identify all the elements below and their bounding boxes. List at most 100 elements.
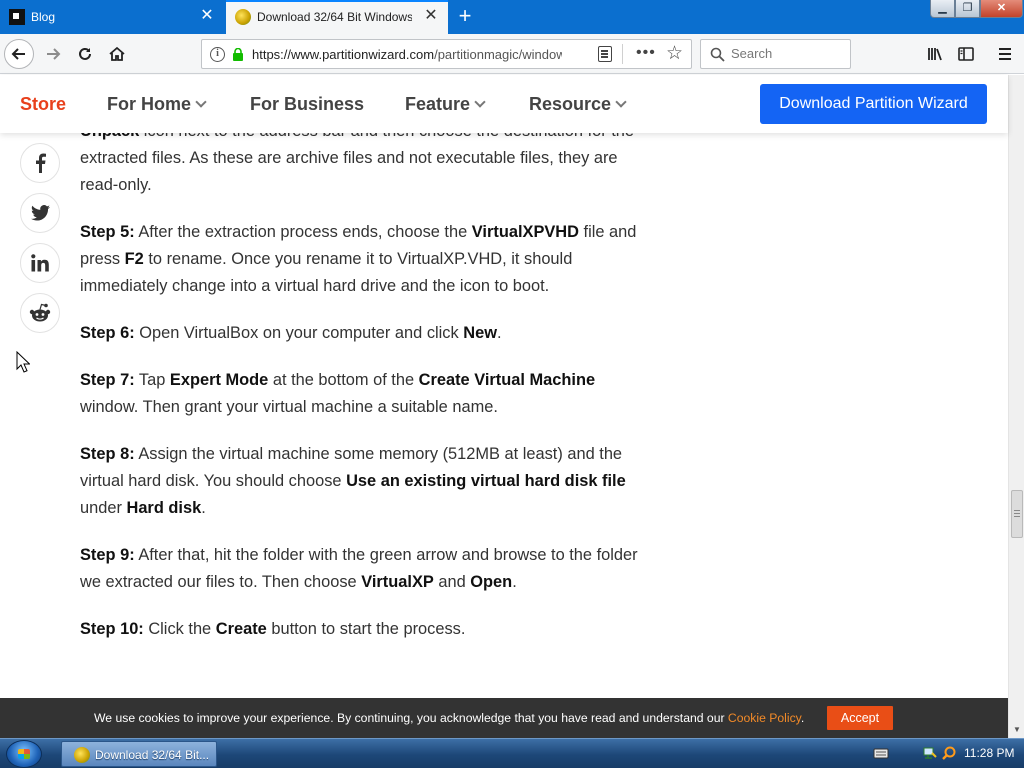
bold-text: Expert Mode — [169, 371, 269, 389]
text: . — [512, 573, 517, 591]
minimize-window-button[interactable]: ▁ — [930, 0, 955, 18]
linkedin-icon — [31, 254, 49, 272]
new-tab-button[interactable]: + — [452, 4, 478, 30]
library-icon — [928, 48, 942, 61]
cookie-message: We use cookies to improve your experienc… — [94, 711, 804, 725]
share-twitter-button[interactable] — [20, 193, 60, 233]
nav-store[interactable]: Store — [20, 94, 66, 115]
site-info-icon[interactable]: i — [210, 47, 225, 62]
text: Tap — [138, 371, 166, 389]
download-partition-wizard-button[interactable]: Download Partition Wizard — [760, 84, 987, 124]
sidebar-icon — [958, 47, 974, 61]
menu-button[interactable] — [990, 39, 1020, 69]
step-9: Step 9: After that, hit the folder with … — [80, 542, 640, 596]
step-8: Step 8: Assign the virtual machine some … — [80, 441, 640, 522]
step-6: Step 6: Open VirtualBox on your computer… — [80, 320, 640, 347]
text: at the bottom of the — [272, 371, 415, 389]
step-label: Step 7: — [80, 371, 135, 389]
restore-window-button[interactable]: ❐ — [955, 0, 980, 18]
step-label: Step 10: — [80, 620, 144, 638]
taskbar-window-title: Download 32/64 Bit... — [95, 748, 210, 762]
scroll-down-arrow-icon[interactable]: ▼ — [1013, 725, 1021, 734]
nav-for-business[interactable]: For Business — [250, 94, 364, 115]
reload-icon — [79, 47, 91, 60]
bold-text: Hard disk — [126, 499, 202, 517]
lock-icon — [233, 48, 243, 61]
taskbar-window-button[interactable]: Download 32/64 Bit... — [61, 741, 217, 767]
back-arrow-icon — [11, 48, 25, 60]
text: and — [438, 573, 466, 591]
tab-blog[interactable]: Blog ✕ — [0, 0, 224, 34]
text: Open VirtualBox on your computer and cli… — [139, 324, 459, 342]
nav-for-home[interactable]: For Home — [107, 94, 207, 115]
search-bar[interactable] — [700, 39, 851, 69]
step-label: Step 8: — [80, 445, 135, 463]
bold-text: VirtualXP — [361, 573, 434, 591]
step-5: Step 5: After the extraction process end… — [80, 219, 640, 300]
tab-title: Blog — [31, 10, 56, 24]
text: to rename. Once you rename it to Virtual… — [80, 250, 573, 295]
nav-feature[interactable]: Feature — [405, 94, 486, 115]
site-navbar: Store For Home For Business Feature Reso… — [0, 75, 1008, 133]
address-bar[interactable]: i https://www.partitionwizard.com/partit… — [201, 39, 692, 69]
close-tab-icon[interactable]: ✕ — [199, 8, 215, 24]
forward-button[interactable] — [38, 39, 68, 69]
article-body: Unpack icon next to the address bar and … — [80, 118, 640, 663]
start-button[interactable] — [6, 740, 42, 768]
close-window-button[interactable]: ✕ — [980, 0, 1023, 18]
close-tab-icon[interactable]: ✕ — [423, 8, 439, 24]
reload-button[interactable] — [70, 39, 100, 69]
network-icon[interactable] — [922, 745, 938, 761]
bold-text: Create — [215, 620, 267, 638]
reader-view-icon[interactable] — [598, 46, 612, 62]
bold-text: F2 — [124, 250, 144, 268]
facebook-icon — [36, 153, 46, 173]
nav-label: For Home — [107, 94, 192, 114]
sidebar-button[interactable] — [951, 39, 981, 69]
tab-download-windows-xp[interactable]: Download 32/64 Bit Windows XP ✕ — [226, 0, 448, 34]
cookie-suffix: . — [800, 711, 805, 725]
nav-resource[interactable]: Resource — [529, 94, 627, 115]
step-10: Step 10: Click the Create button to star… — [80, 616, 640, 643]
page-scrollbar[interactable]: ▼ — [1008, 75, 1024, 739]
share-linkedin-button[interactable] — [20, 243, 60, 283]
share-reddit-button[interactable] — [20, 293, 60, 333]
chevron-down-icon — [195, 96, 207, 108]
cookie-policy-link[interactable]: Cookie Policy — [728, 711, 801, 725]
bold-text: Create Virtual Machine — [418, 371, 596, 389]
text: under — [80, 499, 122, 517]
system-clock[interactable]: 11:28 PM — [964, 746, 1014, 760]
text: Click the — [148, 620, 212, 638]
step-label: Step 9: — [80, 546, 135, 564]
page-actions-icon[interactable]: ••• — [636, 44, 656, 62]
text: button to start the process. — [271, 620, 466, 638]
blog-favicon-icon — [9, 9, 25, 25]
mouse-cursor-icon — [16, 351, 30, 373]
accept-cookies-button[interactable]: Accept — [827, 706, 893, 730]
share-facebook-button[interactable] — [20, 143, 60, 183]
nav-label: Feature — [405, 94, 471, 114]
bold-text: VirtualXPVHD — [471, 223, 579, 241]
search-tray-icon[interactable] — [941, 745, 957, 761]
minitool-favicon-icon — [74, 747, 90, 763]
text: window. Then grant your virtual machine … — [80, 398, 498, 416]
divider — [622, 44, 623, 64]
text: . — [201, 499, 206, 517]
library-button[interactable] — [920, 39, 950, 69]
search-input[interactable] — [731, 46, 841, 61]
star-icon[interactable]: ☆ — [666, 42, 683, 65]
tab-title: Download 32/64 Bit Windows XP — [257, 10, 412, 24]
bold-text: Use an existing virtual hard disk file — [346, 472, 626, 490]
scrollbar-thumb[interactable] — [1011, 490, 1023, 538]
back-button[interactable] — [4, 39, 34, 69]
step-7: Step 7: Tap Expert Mode at the bottom of… — [80, 367, 640, 421]
navigation-toolbar: i https://www.partitionwizard.com/partit… — [0, 34, 1024, 74]
forward-arrow-icon — [47, 48, 61, 60]
url-text[interactable]: https://www.partitionwizard.com/partitio… — [252, 47, 562, 62]
search-icon — [710, 47, 725, 62]
home-button[interactable] — [102, 39, 132, 69]
cookie-banner: We use cookies to improve your experienc… — [0, 698, 1008, 738]
cookie-text: We use cookies to improve your experienc… — [94, 711, 725, 725]
keyboard-icon[interactable] — [873, 745, 889, 761]
url-path: /partitionmagic/windows-xp-iso.html — [434, 47, 562, 62]
